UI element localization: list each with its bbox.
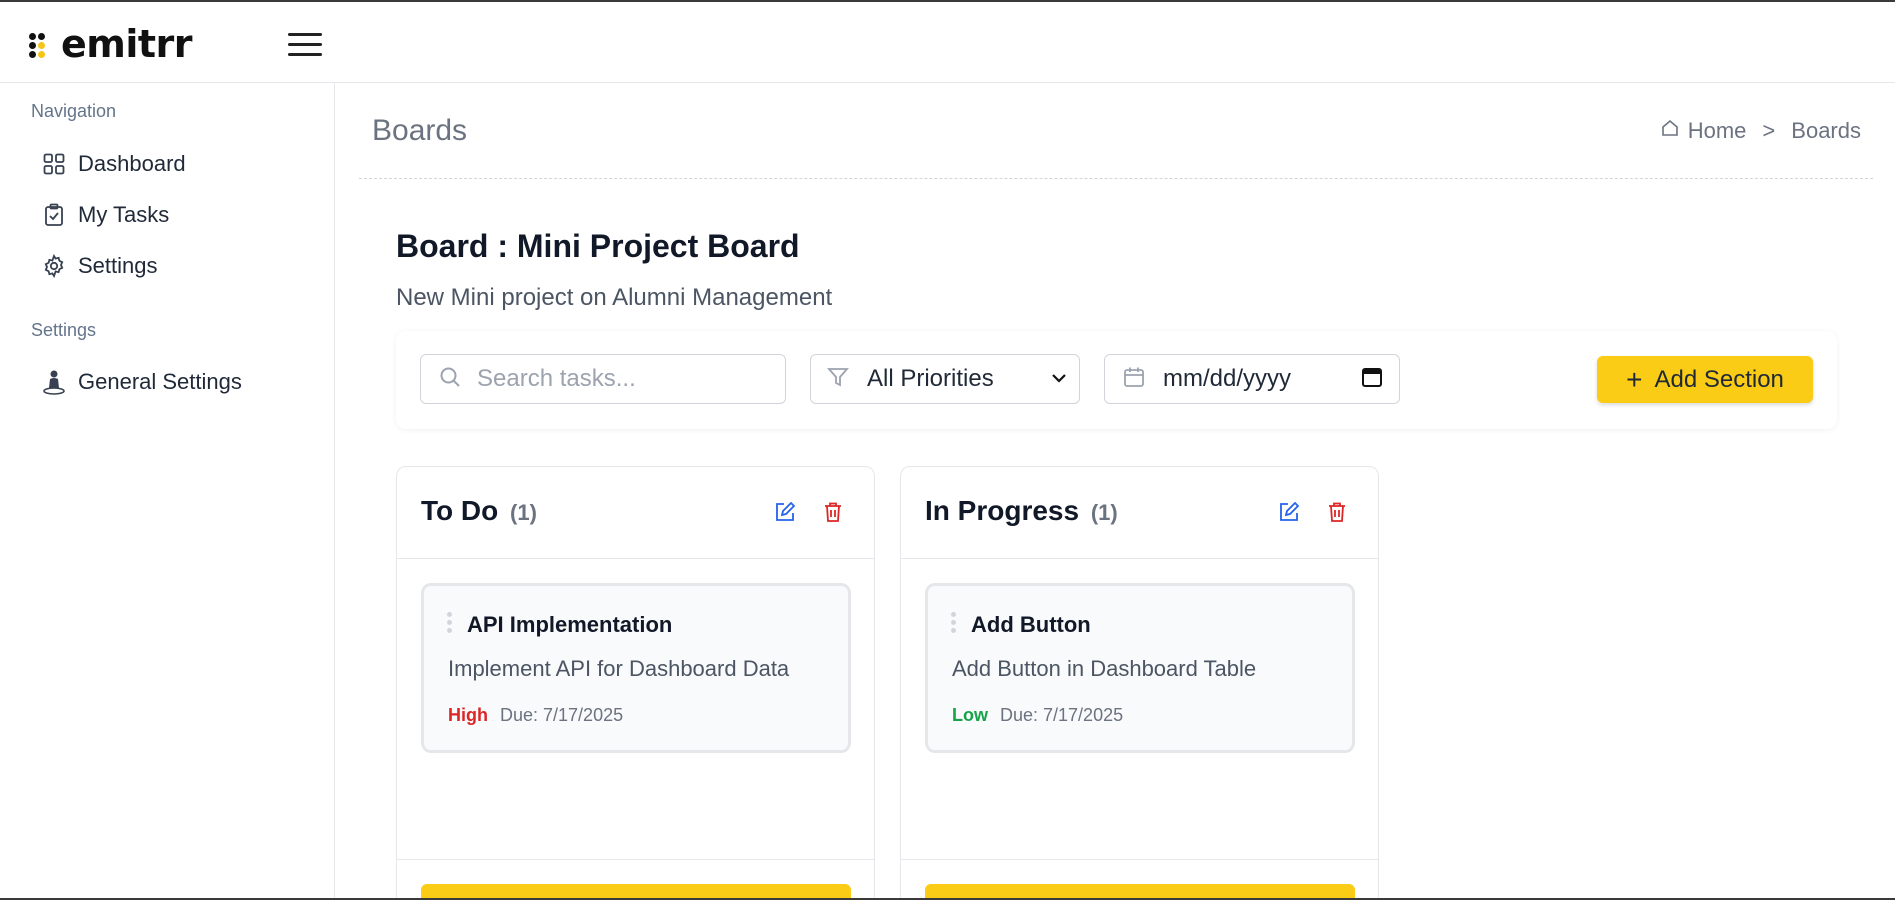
- sidebar-heading-navigation: Navigation: [31, 101, 117, 121]
- home-icon[interactable]: [1660, 118, 1680, 144]
- column-count: (1): [1090, 500, 1118, 525]
- grid-icon: [40, 150, 68, 178]
- chevron-down-icon: [1051, 370, 1067, 388]
- top-header: emitrr: [0, 4, 1895, 83]
- app-logo[interactable]: emitrr: [29, 22, 193, 66]
- breadcrumb-home-link[interactable]: Home: [1688, 118, 1747, 144]
- task-meta: High Due: 7/17/2025: [448, 705, 623, 726]
- column-header: To Do (1): [397, 467, 874, 559]
- search-field[interactable]: [420, 354, 786, 404]
- column-footer-divider: [397, 859, 874, 860]
- date-picker-icon[interactable]: [1361, 366, 1383, 393]
- calendar-icon: [1123, 366, 1145, 393]
- due-date: Due: 7/17/2025: [500, 705, 624, 725]
- task-title: Add Button: [971, 612, 1091, 637]
- logo-text: emitrr: [61, 22, 193, 66]
- board-description: New Mini project on Alumni Management: [396, 284, 833, 311]
- breadcrumb-separator: >: [1762, 118, 1776, 143]
- date-filter-input[interactable]: mm/dd/yyyy: [1104, 354, 1400, 404]
- search-input[interactable]: [477, 365, 757, 393]
- due-date: Due: 7/17/2025: [1000, 705, 1124, 725]
- edit-icon[interactable]: [1278, 501, 1302, 525]
- priority-filter-select[interactable]: All Priorities: [810, 354, 1080, 404]
- gear-icon: [40, 252, 68, 280]
- drag-handle-icon[interactable]: [447, 612, 453, 636]
- task-meta: Low Due: 7/17/2025: [952, 705, 1123, 726]
- task-description: Implement API for Dashboard Data: [448, 656, 790, 681]
- sidebar-item-label: Dashboard: [78, 151, 186, 176]
- header-divider: [359, 178, 1873, 179]
- sidebar-heading-settings: Settings: [31, 320, 97, 340]
- breadcrumb-current: Boards: [1791, 118, 1861, 143]
- plus-icon: +: [1626, 363, 1643, 395]
- filter-icon: [827, 366, 849, 393]
- task-title: API Implementation: [467, 612, 673, 637]
- person-pin-icon: [40, 368, 68, 396]
- board-column-in-progress: In Progress (1) Add Button Add Button in…: [900, 466, 1379, 900]
- column-title: In Progress (1): [925, 495, 1118, 527]
- sidebar-item-label: My Tasks: [78, 202, 170, 227]
- page-title: Boards: [372, 114, 468, 147]
- task-description: Add Button in Dashboard Table: [952, 656, 1257, 681]
- trash-icon[interactable]: [822, 501, 846, 525]
- priority-badge: Low: [952, 705, 988, 725]
- clipboard-check-icon: [40, 201, 68, 229]
- hamburger-menu-icon[interactable]: [288, 33, 322, 59]
- column-title-text: In Progress: [925, 495, 1080, 526]
- column-title: To Do (1): [421, 495, 537, 527]
- priority-badge: High: [448, 705, 488, 725]
- column-count: (1): [510, 500, 537, 525]
- sidebar-item-label: Settings: [78, 253, 158, 278]
- task-card[interactable]: API Implementation Implement API for Das…: [421, 583, 851, 753]
- sidebar: Navigation Dashboard My Tasks Settings S…: [0, 83, 335, 900]
- add-section-button[interactable]: + Add Section: [1597, 356, 1813, 403]
- breadcrumb: Home > Boards: [1660, 118, 1861, 144]
- sidebar-item-settings[interactable]: Settings: [40, 249, 158, 283]
- logo-mark-icon: [29, 29, 57, 59]
- board-column-todo: To Do (1) API Implementation Implement A…: [396, 466, 875, 900]
- task-card[interactable]: Add Button Add Button in Dashboard Table…: [925, 583, 1355, 753]
- sidebar-item-my-tasks[interactable]: My Tasks: [40, 198, 169, 232]
- edit-icon[interactable]: [774, 501, 798, 525]
- sidebar-item-label: General Settings: [78, 369, 242, 394]
- board-title: Board : Mini Project Board: [396, 228, 800, 264]
- priority-filter-value: All Priorities: [867, 365, 994, 392]
- column-header: In Progress (1): [901, 467, 1378, 559]
- search-icon: [439, 366, 461, 393]
- sidebar-item-general-settings[interactable]: General Settings: [40, 365, 242, 399]
- add-section-label: Add Section: [1654, 365, 1784, 393]
- date-filter-value: mm/dd/yyyy: [1163, 365, 1292, 392]
- trash-icon[interactable]: [1326, 501, 1350, 525]
- sidebar-item-dashboard[interactable]: Dashboard: [40, 147, 186, 181]
- column-footer-divider: [901, 859, 1378, 860]
- board-toolbar: All Priorities mm/dd/yyyy + Add Section: [396, 331, 1837, 429]
- column-title-text: To Do: [421, 495, 499, 526]
- drag-handle-icon[interactable]: [951, 612, 957, 636]
